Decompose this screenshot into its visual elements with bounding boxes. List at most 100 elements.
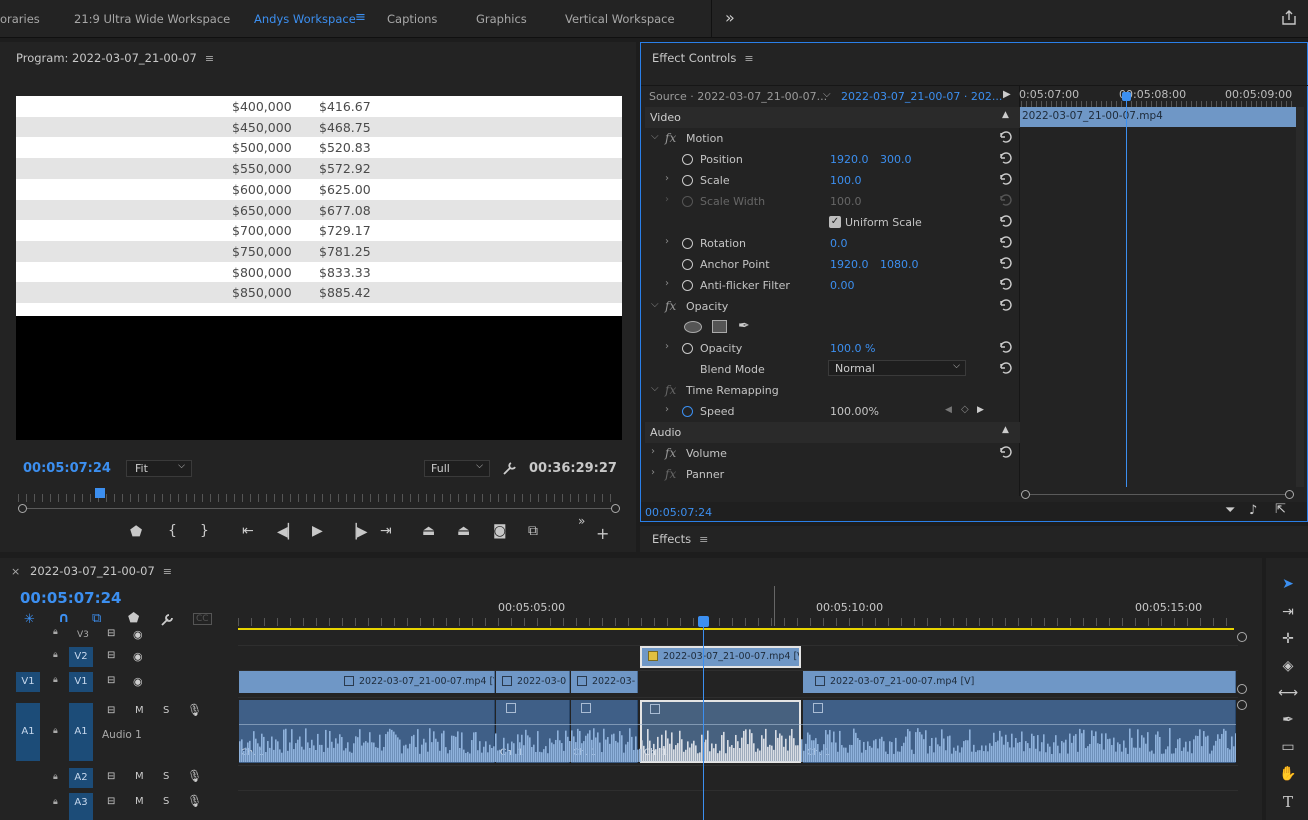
ec-zoom-handle-left[interactable] bbox=[1021, 490, 1030, 499]
fx-icon[interactable]: fx bbox=[665, 299, 676, 313]
microphone-icon[interactable]: 🎙︎ bbox=[187, 769, 202, 783]
workspace-tab-andys[interactable]: Andys Workspace bbox=[254, 12, 356, 26]
work-area-bar[interactable] bbox=[238, 628, 1234, 630]
captions-icon[interactable]: CC bbox=[193, 613, 212, 625]
sync-icon[interactable]: ⊟ bbox=[107, 650, 115, 661]
panel-menu-icon[interactable]: ≡ bbox=[163, 565, 172, 578]
microphone-icon[interactable]: 🎙︎ bbox=[187, 703, 202, 717]
sync-icon[interactable]: ⊟ bbox=[107, 628, 115, 639]
workspace-tab-graphics[interactable]: Graphics bbox=[476, 12, 527, 26]
ec-scrollbar[interactable] bbox=[1296, 107, 1304, 487]
time-remapping-row[interactable]: ⌵ fx Time Remapping bbox=[645, 380, 1020, 401]
prev-keyframe-icon[interactable]: ◀ bbox=[945, 405, 952, 415]
eye-icon[interactable]: ◉ bbox=[133, 675, 143, 688]
track-select-icon[interactable]: ⇥ bbox=[1278, 604, 1298, 624]
anchor-point-row[interactable]: Anchor Point 1920.0 1080.0 bbox=[645, 254, 1020, 275]
fx-icon[interactable]: fx bbox=[665, 383, 676, 397]
sync-icon[interactable]: ⊟ bbox=[107, 771, 115, 782]
chevron-right-icon[interactable]: › bbox=[665, 173, 669, 184]
microphone-icon[interactable]: 🎙︎ bbox=[187, 794, 202, 808]
chevron-down-icon[interactable]: ⌵ bbox=[651, 299, 659, 310]
source-clip-label[interactable]: Source · 2022-03-07_21-00-07... bbox=[649, 90, 827, 103]
lock-icon[interactable]: 🔒︎ bbox=[53, 627, 58, 637]
mute-button[interactable]: M bbox=[135, 771, 144, 782]
program-zoom-bar[interactable] bbox=[18, 508, 618, 509]
source-a1-patch[interactable]: A1 bbox=[16, 703, 40, 761]
sequence-tab[interactable]: 2022-03-07_21-00-07 ≡ bbox=[30, 564, 172, 578]
play-audio-icon[interactable]: ♪ bbox=[1249, 503, 1257, 518]
mute-button[interactable]: M bbox=[135, 796, 144, 807]
type-tool-icon[interactable]: T bbox=[1278, 793, 1298, 813]
position-row[interactable]: Position 1920.0 300.0 bbox=[645, 149, 1020, 170]
reset-icon[interactable] bbox=[997, 255, 1013, 271]
stopwatch-icon[interactable] bbox=[682, 406, 693, 417]
speed-value[interactable]: 100.00% bbox=[830, 405, 879, 418]
mark-in-icon[interactable]: { bbox=[168, 523, 177, 539]
opacity-value[interactable]: 100.0 % bbox=[830, 342, 875, 355]
comparison-view-icon[interactable]: ⧉ bbox=[528, 523, 538, 539]
lock-icon[interactable]: 🔒︎ bbox=[53, 726, 58, 736]
workspace-tab-ultrawide[interactable]: 21:9 Ultra Wide Workspace bbox=[74, 12, 230, 26]
eye-icon[interactable]: ◉ bbox=[133, 628, 143, 641]
chevron-down-icon[interactable]: ⌵ bbox=[651, 383, 659, 394]
sequence-clip-select[interactable]: 2022-03-07_21-00-07 · 202... bbox=[841, 90, 1002, 103]
panner-row[interactable]: › fx Panner bbox=[645, 464, 1020, 485]
opacity-group-row[interactable]: ⌵ fx Opacity bbox=[645, 296, 1020, 317]
selection-tool-icon[interactable]: ➤ bbox=[1278, 576, 1298, 596]
collapse-up-icon[interactable]: ▲ bbox=[1002, 425, 1009, 435]
scroll-handle-icon[interactable] bbox=[1237, 700, 1247, 710]
program-ruler[interactable] bbox=[18, 494, 618, 502]
wrench-icon[interactable] bbox=[160, 613, 174, 627]
panel-menu-icon[interactable]: ≡ bbox=[744, 52, 753, 65]
lift-icon[interactable]: ⏏ bbox=[422, 523, 435, 539]
solo-button[interactable]: S bbox=[163, 771, 169, 782]
transport-overflow-icon[interactable]: » bbox=[578, 514, 585, 528]
fx-icon[interactable]: fx bbox=[665, 131, 676, 145]
timeline-playhead-line[interactable] bbox=[703, 620, 704, 820]
fx-icon[interactable]: fx bbox=[665, 467, 676, 481]
razor-icon[interactable]: ◈ bbox=[1278, 658, 1298, 678]
nest-toggle-icon[interactable]: ✳ bbox=[24, 612, 35, 627]
volume-row[interactable]: › fx Volume bbox=[645, 443, 1020, 464]
uniform-scale-checkbox[interactable]: ✓ bbox=[829, 216, 841, 228]
track-v1-target[interactable]: V1 bbox=[69, 672, 93, 692]
add-marker-icon[interactable]: ⬟ bbox=[130, 524, 142, 540]
stopwatch-icon[interactable] bbox=[682, 259, 693, 270]
stopwatch-icon[interactable] bbox=[682, 175, 693, 186]
export-frame-icon[interactable]: ◙ bbox=[493, 523, 507, 539]
go-to-in-icon[interactable]: ⇤ bbox=[242, 523, 254, 539]
clip-v1-b[interactable]: 2022-03-0 bbox=[496, 671, 570, 693]
panel-menu-icon[interactable]: ≡ bbox=[205, 52, 214, 65]
chevron-down-icon[interactable]: ⌵ bbox=[651, 131, 659, 142]
step-back-icon[interactable]: ◀▏ bbox=[277, 524, 299, 540]
workspace-tab-captions[interactable]: Captions bbox=[387, 12, 437, 26]
rectangle-tool-icon[interactable]: ▭ bbox=[1278, 739, 1298, 759]
step-forward-icon[interactable]: ▕▶ bbox=[346, 524, 368, 540]
reset-icon[interactable] bbox=[997, 213, 1013, 229]
collapse-up-icon[interactable]: ▲ bbox=[1002, 110, 1009, 120]
share-icon[interactable] bbox=[1281, 10, 1297, 26]
pen-tool-icon[interactable]: ✒ bbox=[1278, 712, 1298, 732]
scale-row[interactable]: › Scale 100.0 bbox=[645, 170, 1020, 191]
chevron-right-icon[interactable]: › bbox=[651, 467, 655, 478]
chevron-right-icon[interactable]: › bbox=[665, 341, 669, 352]
position-x-value[interactable]: 1920.0 bbox=[830, 153, 869, 166]
go-to-out-icon[interactable]: ⇥ bbox=[380, 523, 392, 539]
ec-zoom-bar[interactable] bbox=[1025, 494, 1289, 495]
chevron-right-icon[interactable]: › bbox=[651, 446, 655, 457]
blend-mode-select[interactable]: Normal ⌵ bbox=[828, 360, 966, 376]
reset-icon[interactable] bbox=[997, 150, 1013, 166]
stopwatch-icon[interactable] bbox=[682, 154, 693, 165]
antiflicker-value[interactable]: 0.00 bbox=[830, 279, 855, 292]
ec-zoom-handle-right[interactable] bbox=[1285, 490, 1294, 499]
ellipse-mask-icon[interactable] bbox=[684, 321, 702, 333]
chevron-right-icon[interactable]: › bbox=[665, 236, 669, 247]
timeline-ruler[interactable]: 00:05:05:00 00:05:10:00 00:05:15:00 bbox=[238, 586, 1238, 630]
mute-button[interactable]: M bbox=[135, 705, 144, 716]
solo-button[interactable]: S bbox=[163, 796, 169, 807]
reset-icon[interactable] bbox=[997, 276, 1013, 292]
stopwatch-icon[interactable] bbox=[682, 343, 693, 354]
stopwatch-icon[interactable] bbox=[682, 238, 693, 249]
zoom-select[interactable]: Fit ⌵ bbox=[126, 460, 192, 477]
blend-mode-row[interactable]: Blend Mode Normal ⌵ bbox=[645, 359, 1020, 380]
